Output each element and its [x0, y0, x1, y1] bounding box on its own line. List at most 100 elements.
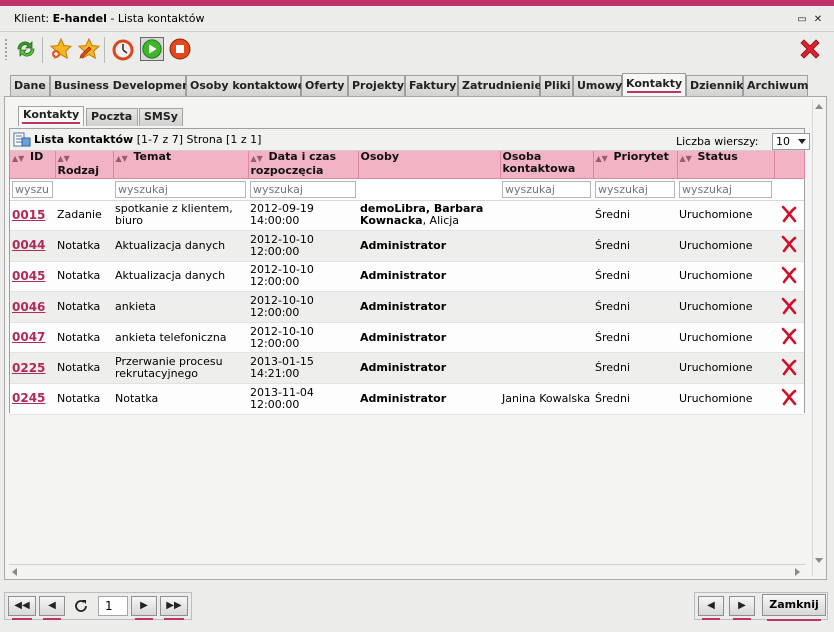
cell-status: Uruchomione [677, 352, 774, 385]
cell-topic: ankieta [113, 291, 248, 323]
stop-icon[interactable] [168, 37, 192, 61]
filter-temat-input[interactable] [115, 180, 246, 198]
delete-icon[interactable] [780, 297, 798, 315]
contacts-table: ▲▼ ID ▲▼ Rodzaj ▲▼ Temat ▲▼ Data i czas rozp… [10, 151, 805, 415]
filter-status-input[interactable] [679, 180, 772, 198]
table-row[interactable]: 0225 Notatka Przerwanie procesu rekrutacyj… [10, 352, 804, 385]
tab-business-development[interactable]: Business Development [50, 75, 195, 96]
toolbar-separator [42, 37, 43, 63]
table-row[interactable]: 0047 Notatka ankieta telefoniczna 2012-10-1… [10, 322, 804, 354]
filter-priorytet-input[interactable] [595, 180, 675, 198]
horizontal-scrollbar[interactable] [9, 564, 805, 577]
window-title: Klient: E-handel - Lista kontaktów [14, 12, 204, 25]
table-row[interactable]: 0045 Notatka Aktualizacja danych 2012-10-10… [10, 261, 804, 293]
sort-arrows-icon[interactable]: ▲▼ [596, 153, 614, 165]
delete-icon[interactable] [780, 266, 798, 284]
delete-icon[interactable] [780, 388, 798, 406]
rows-per-page-select[interactable]: 10 [772, 133, 810, 150]
filter-osoba-kontaktowa-input[interactable] [502, 180, 591, 198]
stopwatch-icon[interactable] [111, 37, 135, 61]
sort-arrows-icon[interactable]: ▲▼ [12, 153, 30, 165]
cell-people: Administrator [358, 291, 500, 323]
grid-paging-info: [1-7 z 7] Strona [1 z 1] [136, 133, 262, 146]
column-header-data[interactable]: ▲▼ Data i czas rozpoczęcia [248, 151, 359, 179]
contact-id-link[interactable]: 0046 [12, 300, 45, 314]
reload-button[interactable] [68, 596, 94, 616]
contact-id-link[interactable]: 0044 [12, 238, 45, 252]
cell-topic: Aktualizacja danych [113, 261, 248, 293]
cell-priority: Średni [593, 230, 677, 262]
close-icon[interactable]: ✕ [812, 14, 824, 26]
table-row[interactable]: 0046 Notatka ankieta 2012-10-10 12:00:00 Admi… [10, 291, 804, 323]
rows-per-page-value: 10 [776, 135, 790, 148]
close-button[interactable]: Zamknij [762, 594, 826, 621]
play-icon[interactable] [140, 37, 164, 61]
tab-archiwum[interactable]: Archiwum [743, 75, 809, 96]
tab-oferty[interactable]: Oferty [301, 75, 348, 96]
delete-icon[interactable] [780, 358, 798, 376]
chevron-down-icon [798, 139, 806, 144]
tab-pliki[interactable]: Pliki [540, 75, 573, 96]
tab-dziennik[interactable]: Dziennik [686, 75, 744, 96]
tab-projekty[interactable]: Projekty [348, 75, 405, 96]
scroll-down-icon[interactable] [815, 558, 823, 563]
rows-per-page-label: Liczba wierszy: [676, 135, 759, 148]
contact-id-link[interactable]: 0045 [12, 269, 45, 283]
tab-zatrudnienie[interactable]: Zatrudnienie [458, 75, 542, 96]
back-button[interactable]: ◀ [698, 596, 724, 620]
toolbar-grip[interactable] [4, 38, 8, 60]
cell-topic: Notatka [113, 383, 248, 415]
cell-type: Notatka [55, 352, 113, 385]
cell-people: Administrator [358, 230, 500, 262]
first-page-button[interactable]: ◀◀ [8, 596, 36, 620]
scroll-right-icon[interactable] [795, 568, 800, 576]
refresh-arrows-icon[interactable] [14, 37, 38, 61]
delete-icon[interactable] [780, 205, 798, 223]
delete-icon[interactable] [780, 235, 798, 253]
subtab-smsy[interactable]: SMSy [139, 108, 183, 126]
table-row[interactable]: 0044 Notatka Aktualizacja danych 2012-10-10… [10, 230, 804, 262]
column-header-rodzaj[interactable]: ▲▼ Rodzaj [55, 151, 114, 179]
scroll-up-icon[interactable] [815, 104, 823, 109]
contact-id-link[interactable]: 0225 [12, 361, 45, 375]
cell-priority: Średni [593, 261, 677, 293]
close-red-x-icon[interactable] [798, 37, 822, 61]
page-number-input[interactable]: 1 [98, 596, 128, 616]
table-row[interactable]: 0015 Zadanie spotkanie z klientem, biuro 20… [10, 200, 804, 232]
cell-contact-person: Janina Kowalska [500, 383, 593, 415]
title-prefix: Klient: [14, 12, 50, 25]
cell-people: Administrator [358, 322, 500, 354]
minimize-icon[interactable]: ▭ [796, 14, 808, 26]
cell-priority: Średni [593, 200, 677, 232]
tab-umowy[interactable]: Umowy [573, 75, 622, 96]
scroll-left-icon[interactable] [12, 568, 17, 576]
tab-dane[interactable]: Dane [10, 75, 50, 96]
sort-arrows-icon[interactable]: ▲▼ [116, 153, 134, 165]
column-header-priorytet[interactable]: ▲▼ Priorytet [593, 151, 678, 179]
last-page-button[interactable]: ▶▶ [160, 596, 188, 620]
column-header-status[interactable]: ▲▼ Status [677, 151, 775, 179]
table-row[interactable]: 0245 Notatka Notatka 2013-11-04 12:00:00 Admi… [10, 383, 804, 415]
tab-kontakty[interactable]: Kontakty [622, 73, 686, 96]
next-page-button[interactable]: ▶ [131, 596, 157, 620]
contact-id-link[interactable]: 0015 [12, 208, 45, 222]
client-name: E-handel [52, 12, 107, 25]
tab-faktury[interactable]: Faktury [405, 75, 458, 96]
column-header-temat[interactable]: ▲▼ Temat [113, 151, 249, 179]
subtab-kontakty[interactable]: Kontakty [18, 106, 84, 126]
subtab-poczta[interactable]: Poczta [86, 108, 138, 126]
contact-id-link[interactable]: 0047 [12, 330, 45, 344]
star-add-icon[interactable] [49, 37, 73, 61]
tab-osoby-kontaktowe[interactable]: Osoby kontaktowe [186, 75, 305, 96]
star-edit-icon[interactable] [77, 37, 101, 61]
column-header-id[interactable]: ▲▼ ID [10, 151, 56, 179]
vertical-scrollbar[interactable] [812, 100, 825, 576]
filter-data-input[interactable] [250, 180, 356, 198]
header-row: ▲▼ ID ▲▼ Rodzaj ▲▼ Temat ▲▼ Data i czas rozp… [10, 151, 805, 179]
filter-id-input[interactable] [12, 180, 53, 198]
sort-arrows-icon[interactable]: ▲▼ [680, 153, 698, 165]
forward-button[interactable]: ▶ [729, 596, 755, 620]
prev-page-button[interactable]: ◀ [39, 596, 65, 620]
delete-icon[interactable] [780, 327, 798, 345]
contact-id-link[interactable]: 0245 [12, 391, 45, 405]
